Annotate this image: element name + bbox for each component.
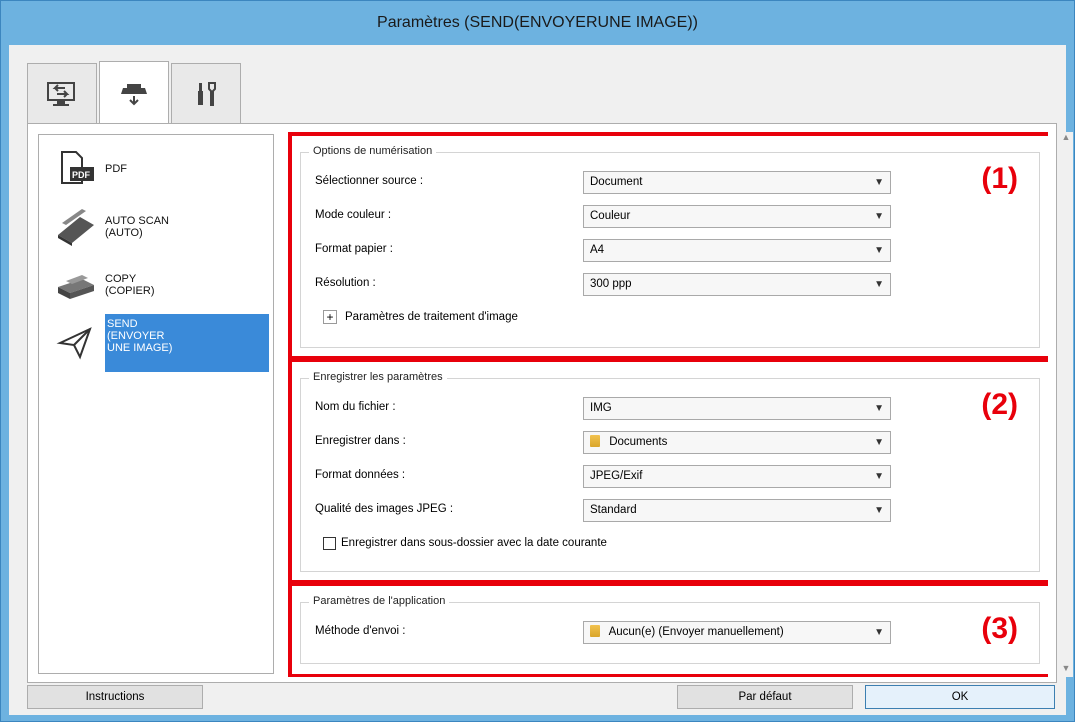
tab-general-settings[interactable]	[171, 63, 241, 123]
color-mode-label: Mode couleur :	[315, 209, 392, 221]
color-mode-row: Mode couleur : Couleur ▼	[315, 205, 1035, 228]
vertical-scrollbar[interactable]: ▲ ▼	[1059, 132, 1073, 677]
image-processing-expander[interactable]: + Paramètres de traitement d'image	[323, 308, 563, 328]
list-item-label: AUTO SCAN (AUTO)	[105, 215, 169, 239]
select-value: A4	[590, 244, 605, 256]
jpeg-quality-select[interactable]: Standard ▼	[583, 499, 891, 522]
folder-icon	[590, 435, 600, 447]
select-value: Document	[590, 176, 643, 188]
color-mode-select[interactable]: Couleur ▼	[583, 205, 891, 228]
settings-panel: Options de numérisation Sélectionner sou…	[288, 132, 1048, 677]
resolution-label: Résolution :	[315, 277, 376, 289]
save-settings-group: Enregistrer les paramètres Nom du fichie…	[300, 371, 1040, 572]
send-method-label: Méthode d'envoi :	[315, 625, 406, 637]
paper-size-row: Format papier : A4 ▼	[315, 239, 1035, 262]
monitor-arrow-icon	[45, 79, 79, 109]
date-subfolder-label: Enregistrer dans sous-dossier avec la da…	[341, 537, 607, 549]
group-title: Options de numérisation	[309, 145, 437, 157]
data-format-select[interactable]: JPEG/Exif ▼	[583, 465, 891, 488]
list-item-send[interactable]: SEND (ENVOYER UNE IMAGE)	[47, 314, 277, 372]
list-item-label: COPY (COPIER)	[105, 273, 155, 297]
save-in-label: Enregistrer dans :	[315, 435, 406, 447]
save-settings-highlight: Enregistrer les paramètres Nom du fichie…	[288, 358, 1048, 584]
source-select[interactable]: Document ▼	[583, 171, 891, 194]
list-item-label: PDF	[105, 163, 127, 175]
pdf-document-icon: PDF	[47, 144, 105, 194]
group-title: Enregistrer les paramètres	[309, 371, 447, 383]
chevron-down-icon: ▼	[874, 245, 884, 256]
chevron-down-icon: ▼	[874, 177, 884, 188]
list-item-auto-scan[interactable]: AUTO SCAN (AUTO)	[47, 199, 277, 255]
expander-label: Paramètres de traitement d'image	[345, 311, 518, 323]
list-item-copy[interactable]: COPY (COPIER)	[47, 257, 277, 313]
printer-icon	[47, 260, 105, 310]
paper-size-select[interactable]: A4 ▼	[583, 239, 891, 262]
resolution-select[interactable]: 300 ppp ▼	[583, 273, 891, 296]
data-format-row: Format données : JPEG/Exif ▼	[315, 465, 1035, 488]
window-title: Paramètres (SEND(ENVOYERUNE IMAGE))	[1, 1, 1074, 45]
folder-icon	[590, 625, 600, 637]
save-in-select[interactable]: Documents ▼	[583, 431, 891, 454]
settings-frame: PDF PDF AUTO SCAN (AUTO) COPY (COPIER) S…	[27, 123, 1073, 683]
dialog-window: Paramètres (SEND(ENVOYERUNE IMAGE)) PDF …	[0, 0, 1075, 722]
select-value: 300 ppp	[590, 278, 632, 290]
scanner-icon	[47, 202, 105, 252]
paper-size-label: Format papier :	[315, 243, 393, 255]
source-row: Sélectionner source : Document ▼	[315, 171, 1035, 194]
list-item-label: SEND (ENVOYER UNE IMAGE)	[105, 314, 269, 372]
filename-row: Nom du fichier : IMG ▼	[315, 397, 1035, 420]
section-marker-3: (3)	[981, 612, 1018, 645]
app-settings-highlight: Paramètres de l'application Méthode d'en…	[288, 582, 1048, 677]
group-title: Paramètres de l'application	[309, 595, 450, 607]
expand-plus-icon[interactable]: +	[323, 310, 337, 324]
dialog-client-area: PDF PDF AUTO SCAN (AUTO) COPY (COPIER) S…	[9, 45, 1073, 715]
scroll-down-icon[interactable]: ▼	[1059, 663, 1073, 677]
default-button[interactable]: Par défaut	[677, 685, 853, 709]
tab-scan-from-operation-panel[interactable]	[99, 61, 169, 123]
ok-button[interactable]: OK	[865, 685, 1055, 709]
send-method-row: Méthode d'envoi : Aucun(e) (Envoyer manu…	[315, 621, 1035, 644]
chevron-down-icon: ▼	[874, 437, 884, 448]
select-value: Documents	[609, 436, 668, 448]
jpeg-quality-label: Qualité des images JPEG :	[315, 503, 454, 515]
chevron-down-icon: ▼	[874, 505, 884, 516]
select-value: JPEG/Exif	[590, 470, 643, 482]
select-value: Aucun(e) (Envoyer manuellement)	[608, 626, 784, 638]
source-label: Sélectionner source :	[315, 175, 424, 187]
scan-type-list: PDF PDF AUTO SCAN (AUTO) COPY (COPIER) S…	[38, 134, 274, 674]
list-item-pdf[interactable]: PDF PDF	[47, 141, 277, 197]
tab-scan-from-computer[interactable]	[27, 63, 97, 123]
scan-options-group: Options de numérisation Sélectionner sou…	[300, 145, 1040, 348]
instructions-button[interactable]: Instructions	[27, 685, 203, 709]
select-value: Standard	[590, 504, 637, 516]
chevron-down-icon: ▼	[874, 471, 884, 482]
resolution-row: Résolution : 300 ppp ▼	[315, 273, 1035, 296]
scroll-up-icon[interactable]: ▲	[1059, 132, 1073, 146]
scanner-down-icon	[117, 78, 151, 108]
chevron-down-icon: ▼	[874, 211, 884, 222]
date-subfolder-checkbox[interactable]	[323, 537, 336, 550]
jpeg-quality-row: Qualité des images JPEG : Standard ▼	[315, 499, 1035, 522]
svg-text:PDF: PDF	[72, 170, 91, 180]
paper-plane-icon	[47, 318, 105, 368]
select-value: IMG	[590, 402, 612, 414]
chevron-down-icon: ▼	[874, 403, 884, 414]
scan-options-highlight: Options de numérisation Sélectionner sou…	[288, 132, 1048, 360]
filename-combo[interactable]: IMG ▼	[583, 397, 891, 420]
tools-icon	[189, 79, 223, 109]
section-marker-2: (2)	[981, 388, 1018, 421]
send-method-select[interactable]: Aucun(e) (Envoyer manuellement) ▼	[583, 621, 891, 644]
section-marker-1: (1)	[981, 162, 1018, 195]
date-subfolder-option[interactable]: Enregistrer dans sous-dossier avec la da…	[323, 535, 723, 553]
save-in-row: Enregistrer dans : Documents ▼	[315, 431, 1035, 454]
select-value: Couleur	[590, 210, 631, 222]
chevron-down-icon: ▼	[874, 627, 884, 638]
filename-label: Nom du fichier :	[315, 401, 396, 413]
app-settings-group: Paramètres de l'application Méthode d'en…	[300, 595, 1040, 664]
data-format-label: Format données :	[315, 469, 406, 481]
chevron-down-icon: ▼	[874, 279, 884, 290]
